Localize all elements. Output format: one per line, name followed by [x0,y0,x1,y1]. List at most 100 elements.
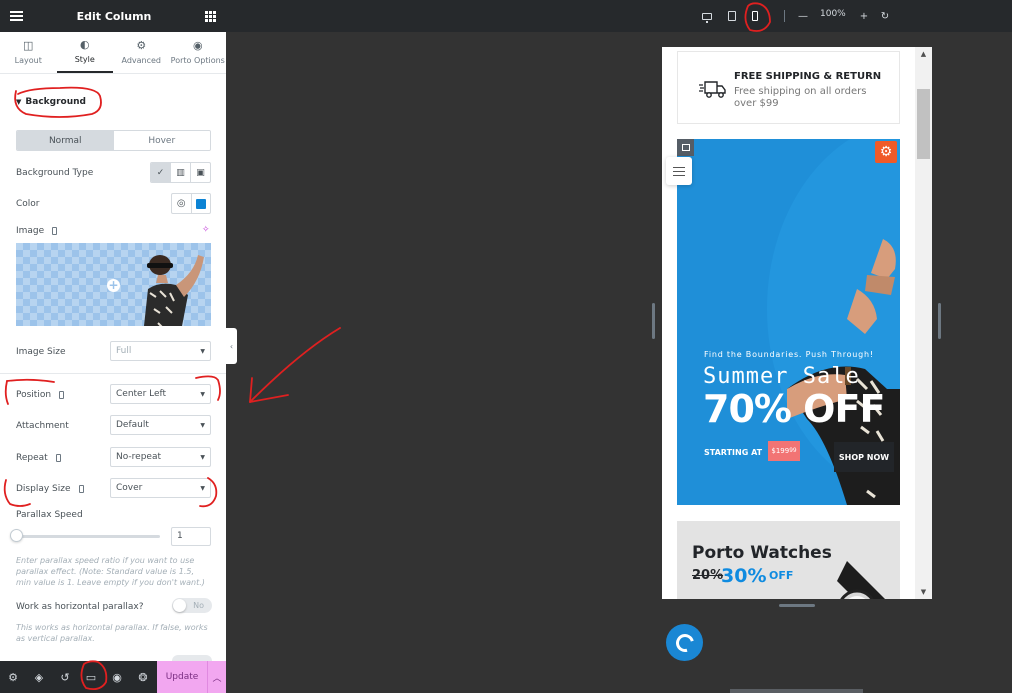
shop-now-button[interactable]: SHOP NOW [834,442,894,472]
position-select[interactable]: Center Left ▼ [110,384,211,404]
gear-icon[interactable]: ⚙ [875,141,897,163]
section-background-toggle[interactable]: ▼ Background [16,97,86,107]
tab-label: Style [74,55,95,64]
resize-handle-left[interactable] [652,303,655,339]
banner-price-tag: $199 99 [768,441,800,461]
display-size-value: Cover [116,483,143,493]
parallax-speed-label: Parallax Speed [16,510,83,520]
price-main: $199 [771,447,790,455]
banner-starting-at: STARTING AT [704,448,763,457]
attachment-label: Attachment [16,421,69,431]
parallax-speed-input[interactable]: 1 [171,527,211,546]
porto-icon: ◉ [192,39,203,52]
state-normal-button[interactable]: Normal [17,131,114,150]
gradient-icon[interactable]: ▥ [170,163,190,182]
resize-handle-right[interactable] [938,303,941,339]
mobile-device-icon[interactable] [59,391,65,399]
navigator-layers-icon[interactable]: ◈ [26,661,52,693]
watch-off-label: OFF [769,569,794,582]
porto-logo-icon[interactable]: ❂ [130,661,156,693]
watch-image [837,561,885,599]
update-button[interactable]: Update [157,661,207,693]
tab-layout[interactable]: ◫ Layout [0,32,57,73]
settings-icon[interactable]: ⚙ [0,661,26,693]
add-image-icon[interactable]: + [107,279,120,292]
slideshow-icon[interactable]: ▣ [190,163,210,182]
widgets-grid-icon[interactable] [205,10,216,22]
display-size-label: Display Size [16,484,71,494]
image-size-select[interactable]: Full ▼ [110,341,211,361]
horizontal-parallax-label: Work as horizontal parallax? [16,602,144,612]
tab-style[interactable]: ◐ Style [56,32,113,73]
editor-panel: Edit Column ◫ Layout ◐ Style ⚙ Advanced … [0,0,226,693]
desktop-device-icon[interactable] [700,8,714,24]
tab-advanced[interactable]: ⚙ Advanced [113,32,170,73]
classic-brush-icon[interactable]: ✓ [151,163,170,182]
display-size-row-label: Display Size [16,484,84,494]
price-cents: 99 [789,448,797,454]
display-size-select[interactable]: Cover ▼ [110,478,211,498]
color-swatch-fill [195,198,206,209]
switch-knob [173,599,186,612]
floating-action-button[interactable] [666,624,703,661]
mobile-device-icon[interactable] [55,454,61,462]
chevron-up-icon[interactable]: ︿ [207,661,226,693]
top-toolbar: — 100% + ↻ [226,0,1012,32]
state-hover-button[interactable]: Hover [113,131,210,150]
switch-text: No [193,601,204,610]
image-preview[interactable]: + [16,243,211,326]
banner-discount: 70% OFF [703,387,885,431]
preview-scrollbar[interactable]: ▲ ▼ [915,47,932,599]
chevron-down-icon: ▼ [200,453,205,461]
tablet-device-icon[interactable] [725,8,739,24]
horizontal-parallax-switch[interactable]: No [172,598,212,613]
repeat-row-label: Repeat [16,453,61,463]
tab-label: Layout [14,56,42,65]
zoom-out-button[interactable]: — [796,8,810,24]
color-swatch[interactable] [190,194,211,213]
mobile-device-icon[interactable] [52,227,58,235]
attachment-value: Default [116,420,149,430]
preview-eye-icon[interactable]: ◉ [104,661,130,693]
attachment-select[interactable]: Default ▼ [110,415,211,435]
banner-title: Summer Sale [703,364,860,389]
history-icon[interactable]: ↺ [52,661,78,693]
resize-handle-bottom[interactable] [779,604,815,607]
position-label: Position [16,390,52,400]
background-type-label: Background Type [16,168,94,178]
mobile-preview-frame: FREE SHIPPING & RETURN Free shipping on … [662,47,932,599]
mobile-device-icon[interactable] [748,8,762,24]
panel-header: Edit Column [0,0,226,32]
toolbar-separator [784,10,785,22]
truck-icon [699,81,726,98]
state-toggle: Normal Hover [16,130,211,151]
scroll-down-icon[interactable]: ▼ [915,585,932,599]
shipping-info-box: FREE SHIPPING & RETURN Free shipping on … [677,51,900,124]
shipping-title: FREE SHIPPING & RETURN [734,71,882,82]
mobile-device-icon[interactable] [78,485,84,493]
zoom-in-button[interactable]: + [857,8,871,24]
column-handle-icon[interactable] [677,139,694,156]
parallax-slider-handle[interactable] [10,529,23,542]
layout-icon: ◫ [23,39,34,52]
chevron-down-icon: ▼ [200,390,205,398]
repeat-select[interactable]: No-repeat ▼ [110,447,211,467]
tab-porto-options[interactable]: ◉ Porto Options [170,32,227,73]
bottom-strip [730,689,863,693]
collapse-panel-button[interactable]: ‹ [226,328,237,364]
scroll-up-icon[interactable]: ▲ [915,47,932,61]
scrollbar-thumb[interactable] [917,89,930,159]
caret-down-icon: ▼ [16,98,22,106]
chevron-down-icon: ▼ [200,484,205,492]
settings-sliders-icon[interactable] [666,157,692,185]
menu-icon[interactable] [10,11,23,21]
ai-sparkle-icon[interactable]: ✧ [202,225,210,235]
zoom-reset-button[interactable]: ↻ [878,8,892,24]
parallax-slider-track[interactable] [16,535,160,538]
responsive-mode-icon[interactable]: ▭ [78,661,104,693]
globe-icon[interactable]: ◎ [172,194,191,213]
background-type-group: ✓ ▥ ▣ [150,162,211,183]
position-value: Center Left [116,389,167,399]
tab-label: Porto Options [170,56,225,65]
color-control: ◎ [171,193,211,214]
